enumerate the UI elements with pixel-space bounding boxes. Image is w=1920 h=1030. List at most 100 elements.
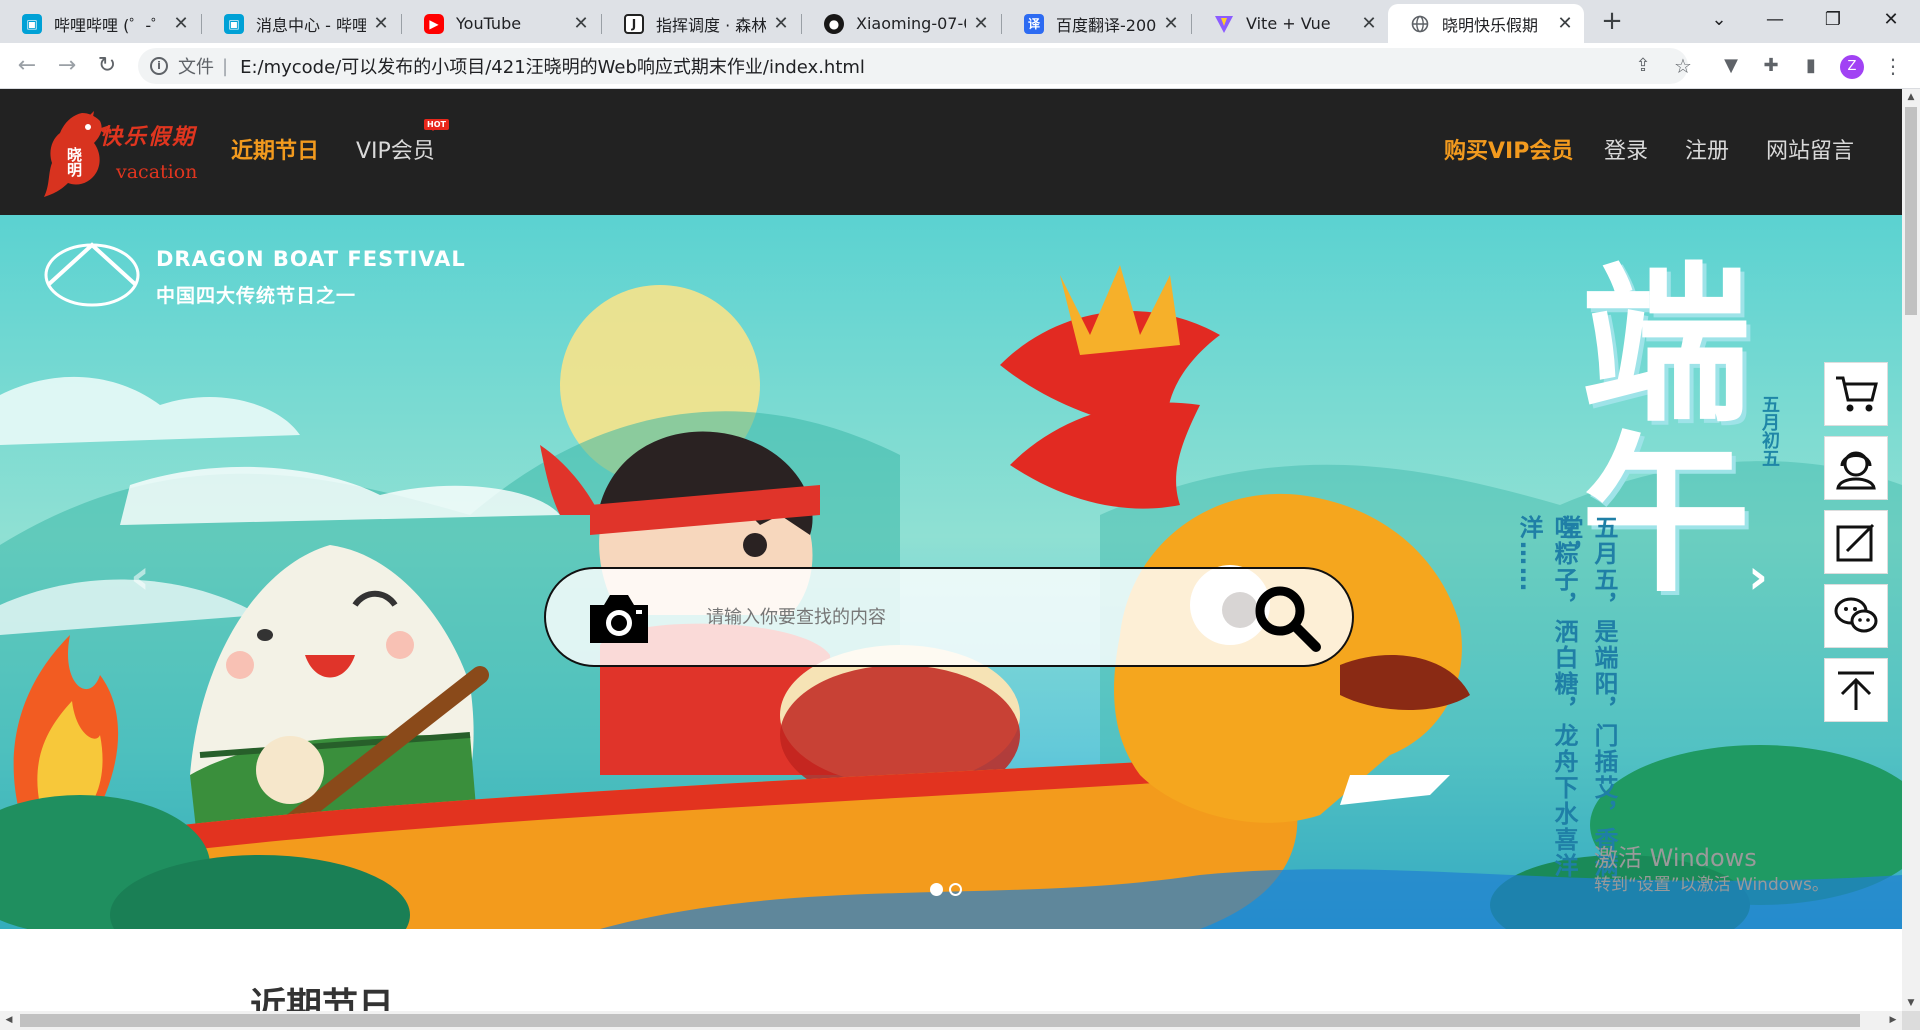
forward-button[interactable]: → bbox=[52, 51, 82, 81]
vertical-scrollbar[interactable]: ▲ ▼ bbox=[1902, 89, 1920, 1011]
nav-recent-holidays[interactable]: 近期节日 bbox=[231, 133, 319, 165]
tab-baidu-translate[interactable]: 译 百度翻译-200种语 ✕ bbox=[1002, 4, 1190, 43]
baidu-translate-icon: 译 bbox=[1024, 13, 1044, 34]
carousel-prev-arrow-icon[interactable]: ‹ bbox=[118, 553, 162, 601]
site-logo[interactable]: 晓明 快乐假期 vacation bbox=[42, 109, 212, 199]
tab-label: YouTube bbox=[456, 14, 522, 33]
youtube-icon: ▶ bbox=[424, 13, 444, 34]
address-bar[interactable]: i 文件 | E:/mycode/可以发布的小项目/421汪晓明的Web响应式期… bbox=[138, 48, 1688, 84]
tab-label: 晓明快乐假期 bbox=[1442, 15, 1539, 35]
tab-label: 消息中心 - 哔哩哔 bbox=[256, 15, 366, 35]
back-button[interactable]: ← bbox=[12, 51, 42, 81]
logo-brand-text: 快乐假期 bbox=[100, 124, 197, 150]
tab-youtube[interactable]: ▶ YouTube ✕ bbox=[402, 4, 600, 43]
back-to-top-icon bbox=[1838, 671, 1874, 710]
scroll-up-arrow-icon[interactable]: ▲ bbox=[1902, 89, 1920, 105]
tab-label: 百度翻译-200种语 bbox=[1056, 15, 1156, 35]
tab-close-icon[interactable]: ✕ bbox=[1162, 13, 1180, 34]
customer-service-button[interactable] bbox=[1824, 436, 1888, 500]
scroll-right-arrow-icon[interactable]: ▶ bbox=[1884, 1011, 1902, 1030]
wechat-icon bbox=[1834, 597, 1878, 633]
wechat-button[interactable] bbox=[1824, 584, 1888, 648]
j-icon: J bbox=[624, 13, 644, 34]
festival-cn-subtitle: 中国四大传统节日之一 bbox=[156, 285, 357, 307]
new-tab-button[interactable]: + bbox=[1596, 6, 1628, 38]
cart-icon bbox=[1836, 376, 1878, 412]
scroll-down-arrow-icon[interactable]: ▼ bbox=[1902, 995, 1920, 1011]
tab-dispatch[interactable]: J 指挥调度 · 森林草 ✕ bbox=[602, 4, 800, 43]
horizontal-scrollbar[interactable]: ◀ ▶ bbox=[0, 1011, 1902, 1030]
url-text[interactable]: E:/mycode/可以发布的小项目/421汪晓明的Web响应式期末作业/ind… bbox=[240, 53, 865, 79]
tab-close-icon[interactable]: ✕ bbox=[1556, 13, 1574, 34]
tab-label: 指挥调度 · 森林草 bbox=[656, 15, 766, 35]
festival-en-title: DRAGON BOAT FESTIVAL bbox=[156, 247, 466, 271]
tab-github[interactable]: ● Xiaoming-07-08 ✕ bbox=[802, 4, 1000, 43]
tab-vite-vue[interactable]: Vite + Vue ✕ bbox=[1192, 4, 1388, 43]
tab-close-icon[interactable]: ✕ bbox=[772, 13, 790, 34]
logo-mascot-text: 晓明 bbox=[65, 147, 83, 177]
search-input[interactable] bbox=[706, 597, 1226, 637]
windows-activation-watermark-title: 激活 Windows bbox=[1594, 844, 1757, 872]
close-window-button[interactable]: ✕ bbox=[1866, 0, 1916, 40]
search-icon[interactable] bbox=[1252, 583, 1322, 653]
nav-vip-member[interactable]: VIP会员 bbox=[356, 133, 435, 165]
tab-close-icon[interactable]: ✕ bbox=[172, 13, 190, 34]
hot-badge: HOT bbox=[424, 119, 449, 131]
tab-search-chevron-icon[interactable]: ⌄ bbox=[1694, 0, 1744, 40]
scroll-left-arrow-icon[interactable]: ◀ bbox=[0, 1011, 18, 1030]
share-icon[interactable]: ⇪ bbox=[1628, 51, 1658, 81]
logo-sub-text: vacation bbox=[116, 161, 198, 183]
globe-icon bbox=[1410, 14, 1430, 34]
tab-close-icon[interactable]: ✕ bbox=[372, 13, 390, 34]
tab-close-icon[interactable]: ✕ bbox=[1360, 13, 1378, 34]
back-to-top-button[interactable] bbox=[1824, 658, 1888, 722]
poem-line-2: 吃粽子，洒白糖，龙舟下水喜洋洋…… bbox=[1515, 515, 1578, 879]
browser-tab-strip: ▣ 哔哩哔哩 (゜-゜)つ ✕ ▣ 消息中心 - 哔哩哔 ✕ ▶ YouTube… bbox=[0, 0, 1920, 43]
profile-avatar[interactable]: Z bbox=[1840, 55, 1864, 79]
browser-toolbar: ← → ↻ i 文件 | E:/mycode/可以发布的小项目/421汪晓明的W… bbox=[0, 43, 1920, 89]
tab-close-icon[interactable]: ✕ bbox=[572, 13, 590, 34]
tab-active-vacation[interactable]: 晓明快乐假期 ✕ bbox=[1388, 4, 1584, 43]
nav-buy-vip[interactable]: 购买VIP会员 bbox=[1444, 133, 1573, 165]
cart-button[interactable] bbox=[1824, 362, 1888, 426]
tab-label: Xiaoming-07-08 bbox=[856, 14, 966, 33]
site-info-icon[interactable]: i bbox=[150, 57, 168, 75]
reload-button[interactable]: ↻ bbox=[92, 51, 122, 81]
github-icon: ● bbox=[824, 13, 844, 34]
nav-register[interactable]: 注册 bbox=[1685, 133, 1729, 165]
carousel-dot-2[interactable] bbox=[949, 883, 962, 896]
date-seal: 五月初五 bbox=[1759, 395, 1780, 467]
tab-close-icon[interactable]: ✕ bbox=[972, 13, 990, 34]
nav-login[interactable]: 登录 bbox=[1604, 133, 1648, 165]
tab-bilibili-messages[interactable]: ▣ 消息中心 - 哔哩哔 ✕ bbox=[202, 4, 400, 43]
horizontal-scroll-thumb[interactable] bbox=[20, 1014, 1860, 1027]
scheme-separator: | bbox=[222, 55, 229, 77]
extensions-puzzle-icon[interactable]: ✚ bbox=[1756, 51, 1786, 81]
site-header: 晓明 快乐假期 vacation 近期节日 VIP会员 HOT 购买VIP会员 … bbox=[0, 89, 1902, 215]
camera-icon[interactable] bbox=[586, 587, 652, 649]
browser-menu-icon[interactable]: ⋮ bbox=[1878, 51, 1908, 81]
feedback-button[interactable] bbox=[1824, 510, 1888, 574]
side-panel-icon[interactable]: ▮ bbox=[1796, 51, 1826, 81]
tab-label: Vite + Vue bbox=[1246, 14, 1331, 33]
customer-service-icon bbox=[1836, 451, 1876, 490]
windows-activation-watermark-hint: 转到“设置”以激活 Windows。 bbox=[1594, 875, 1829, 895]
banner-carousel: DRAGON BOAT FESTIVAL 中国四大传统节日之一 端午 五月初五 … bbox=[0, 215, 1902, 929]
tab-bilibili[interactable]: ▣ 哔哩哔哩 (゜-゜)つ ✕ bbox=[0, 4, 200, 43]
bilibili-icon: ▣ bbox=[224, 13, 244, 34]
vue-devtools-extension-icon[interactable]: ▼ bbox=[1716, 51, 1746, 81]
carousel-dot-1[interactable] bbox=[930, 883, 943, 896]
carousel-indicators bbox=[930, 883, 962, 896]
search-bar bbox=[544, 567, 1354, 667]
section-title: 近期节日 bbox=[250, 986, 395, 1011]
vertical-scroll-thumb[interactable] bbox=[1905, 107, 1917, 315]
scheme-label: 文件 bbox=[178, 57, 214, 78]
carousel-next-arrow-icon[interactable]: › bbox=[1736, 553, 1780, 601]
bilibili-icon: ▣ bbox=[22, 13, 42, 34]
minimize-button[interactable]: — bbox=[1750, 0, 1800, 40]
vite-icon bbox=[1214, 14, 1234, 34]
bookmark-star-icon[interactable]: ☆ bbox=[1668, 51, 1698, 81]
tab-label: 哔哩哔哩 (゜-゜)つ bbox=[54, 15, 166, 35]
nav-guestbook[interactable]: 网站留言 bbox=[1766, 133, 1854, 165]
restore-button[interactable]: ❐ bbox=[1808, 0, 1858, 40]
